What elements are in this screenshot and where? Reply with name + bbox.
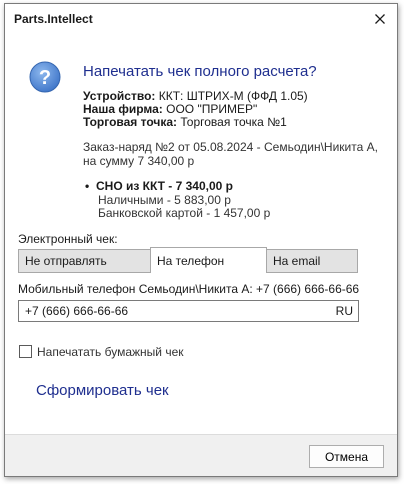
question-icon: ? <box>29 61 61 93</box>
electronic-receipt-label: Электронный чек: <box>18 232 118 246</box>
sno-bullet: • <box>85 179 90 193</box>
store-value: Торговая точка №1 <box>180 115 287 129</box>
company-line: Наша фирма: ООО "ПРИМЕР" <box>83 102 257 116</box>
sno-total: СНО из ККТ - 7 340,00 р <box>96 179 233 193</box>
svg-text:?: ? <box>39 67 51 89</box>
card-payment: Банковской картой - 1 457,00 р <box>98 206 271 220</box>
company-label: Наша фирма: <box>83 102 163 116</box>
dialog-window: Parts.Intellect ? Напечатать чек полного… <box>4 3 398 477</box>
print-paper-label[interactable]: Напечатать бумажный чек <box>37 345 184 359</box>
device-label: Устройство: <box>83 89 156 103</box>
order-summary: Заказ-наряд №2 от 05.08.2024 - Семьодин\… <box>83 140 378 168</box>
tab-email[interactable]: На email <box>267 250 357 272</box>
tab-do-not-send[interactable]: Не отправлять <box>19 250 150 272</box>
cancel-button[interactable]: Отмена <box>309 445 384 468</box>
device-value: ККТ: ШТРИХ-М (ФФД 1.05) <box>158 89 308 103</box>
dialog-footer: Отмена <box>5 434 397 476</box>
store-line: Торговая точка: Торговая точка №1 <box>83 115 287 129</box>
form-receipt-button[interactable]: Сформировать чек <box>36 382 169 399</box>
window-title: Parts.Intellect <box>14 12 93 26</box>
phone-value: +7 (666) 666-66-66 <box>25 304 129 318</box>
device-line: Устройство: ККТ: ШТРИХ-М (ФФД 1.05) <box>83 89 308 103</box>
store-label: Торговая точка: <box>83 115 178 129</box>
close-button[interactable] <box>369 9 391 29</box>
phone-label: Мобильный телефон Семьодин\Никита А: +7 … <box>18 282 360 296</box>
sno-line: • СНО из ККТ - 7 340,00 р <box>85 179 233 193</box>
dialog-heading: Напечатать чек полного расчета? <box>83 63 317 80</box>
cash-payment: Наличными - 5 883,00 р <box>98 193 231 207</box>
close-icon <box>375 14 385 24</box>
print-paper-checkbox[interactable] <box>19 345 32 358</box>
electronic-receipt-tabs: Не отправлять На телефон На email <box>18 247 358 273</box>
phone-country-code[interactable]: RU <box>336 304 353 318</box>
tab-phone[interactable]: На телефон <box>150 247 267 273</box>
phone-input[interactable]: +7 (666) 666-66-66 RU <box>18 300 359 322</box>
title-bar: Parts.Intellect <box>5 4 397 34</box>
company-value: ООО "ПРИМЕР" <box>166 102 258 116</box>
